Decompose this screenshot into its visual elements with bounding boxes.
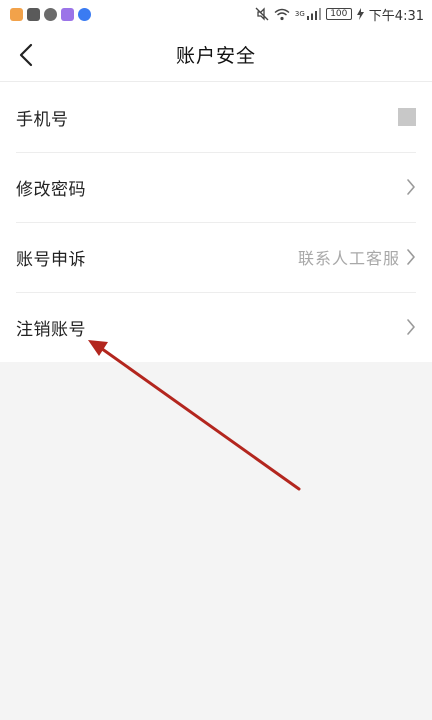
back-button[interactable] <box>6 34 46 76</box>
system-status: 3G 100 下午4:31 <box>255 5 424 24</box>
video-app-notification-icon <box>61 7 74 21</box>
chevron-right-icon <box>406 178 416 196</box>
phone-number-row[interactable]: 手机号 <box>0 82 432 152</box>
signal-icon <box>306 8 321 20</box>
notification-icons <box>10 7 91 21</box>
account-security-screen: 3G 100 下午4:31 账户安全 手机号 修改密码 账号申诉 联系人工客服 … <box>0 0 432 720</box>
row-label: 注销账号 <box>16 319 86 340</box>
charging-icon <box>356 8 364 20</box>
battery-indicator: 100 <box>325 8 352 20</box>
row-label: 修改密码 <box>16 179 86 200</box>
mute-icon <box>255 7 269 21</box>
wifi-icon <box>274 8 290 20</box>
cloud-app-notification-icon <box>78 7 91 21</box>
status-bar: 3G 100 下午4:31 <box>0 0 432 28</box>
chevron-left-icon <box>19 43 33 67</box>
settings-list: 手机号 修改密码 账号申诉 联系人工客服 注销账号 <box>0 82 432 362</box>
chevron-right-icon <box>406 248 416 266</box>
delete-account-row[interactable]: 注销账号 <box>0 292 432 362</box>
network-type-badge: 3G <box>294 9 305 18</box>
row-right <box>406 318 416 336</box>
phone-number-placeholder <box>398 108 416 126</box>
page-title: 账户安全 <box>175 45 256 67</box>
row-right <box>398 108 416 126</box>
row-right <box>406 178 416 196</box>
message-notification-icon <box>27 7 40 21</box>
row-label: 账号申诉 <box>16 249 86 270</box>
clock: 下午4:31 <box>368 8 424 24</box>
chat-notification-icon <box>44 7 57 21</box>
navigation-bar: 账户安全 <box>0 28 432 82</box>
app-notification-icon <box>10 7 23 21</box>
change-password-row[interactable]: 修改密码 <box>0 152 432 222</box>
contact-support-text: 联系人工客服 <box>297 249 400 268</box>
row-label: 手机号 <box>16 109 69 130</box>
chevron-right-icon <box>406 318 416 336</box>
account-appeal-row[interactable]: 账号申诉 联系人工客服 <box>0 222 432 292</box>
row-right: 联系人工客服 <box>298 245 416 269</box>
